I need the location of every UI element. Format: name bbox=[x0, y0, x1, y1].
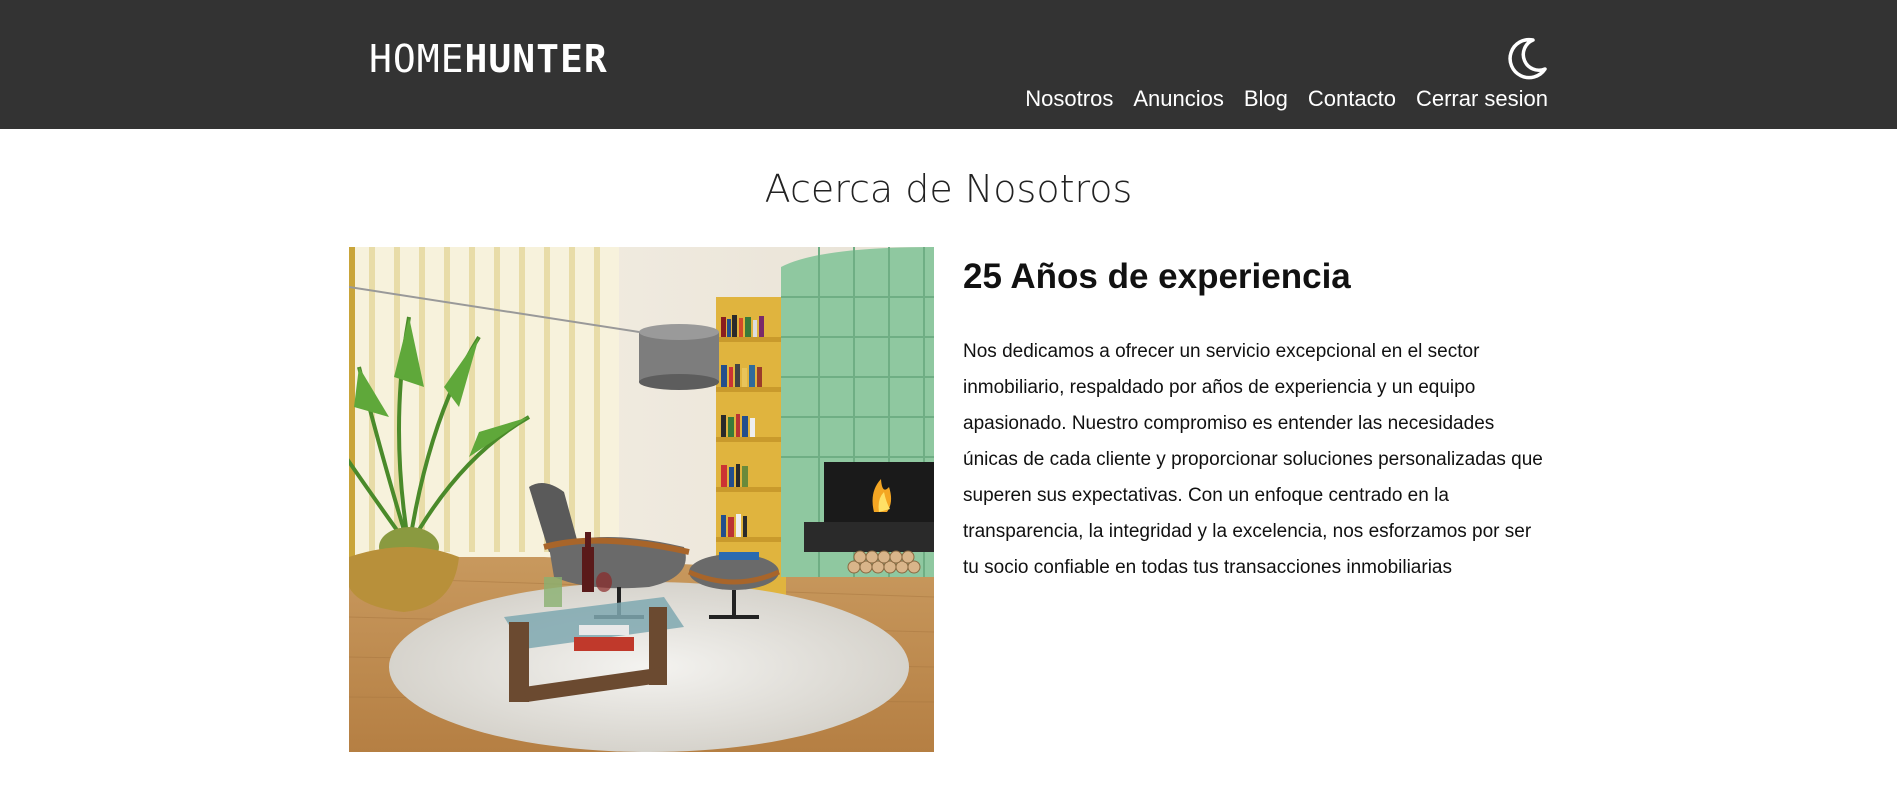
nav-link-nosotros[interactable]: Nosotros bbox=[1025, 84, 1113, 114]
experience-heading: 25 Años de experiencia bbox=[963, 257, 1351, 296]
nav-link-anuncios[interactable]: Anuncios bbox=[1133, 84, 1224, 114]
logo[interactable]: HOMEHUNTER bbox=[369, 37, 608, 81]
main-nav: Nosotros Anuncios Blog Contacto Cerrar s… bbox=[1025, 84, 1548, 114]
nav-link-blog[interactable]: Blog bbox=[1244, 84, 1288, 114]
logo-text-home: HOME bbox=[369, 37, 465, 81]
about-section: 25 Años de experiencia Nos dedicamos a o… bbox=[963, 252, 1548, 586]
living-room-photo bbox=[349, 247, 934, 752]
about-paragraph: Nos dedicamos a ofrecer un servicio exce… bbox=[963, 341, 1543, 578]
nav-link-contacto[interactable]: Contacto bbox=[1308, 84, 1396, 114]
logo-text-hunter: HUNTER bbox=[464, 37, 608, 81]
site-header: HOMEHUNTER Nosotros Anuncios Blog Contac… bbox=[0, 0, 1897, 129]
moon-icon[interactable] bbox=[1507, 36, 1549, 80]
nav-link-cerrar-sesion[interactable]: Cerrar sesion bbox=[1416, 84, 1548, 114]
page-title: Acerca de Nosotros bbox=[764, 167, 1133, 211]
